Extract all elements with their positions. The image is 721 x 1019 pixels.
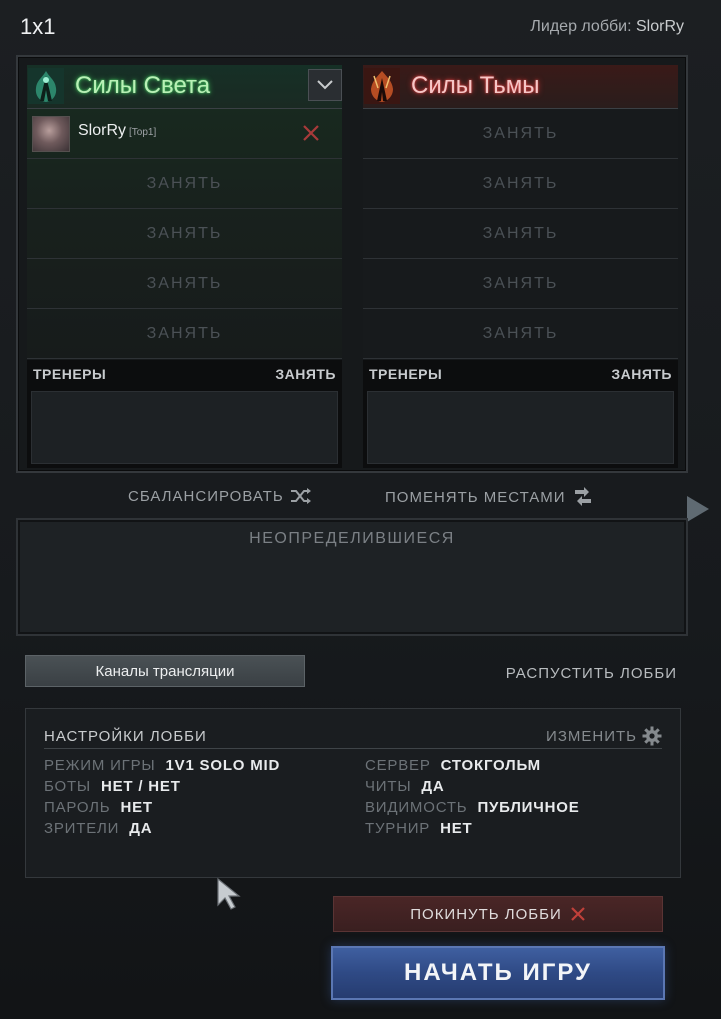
swap-teams-button[interactable]: ПОМЕНЯТЬ МЕСТАМИ [385,487,594,507]
settings-divider [44,748,662,749]
empty-slot[interactable]: ЗАНЯТЬ [27,209,342,259]
team-dire: Силы Тьмы ЗАНЯТЬ ЗАНЯТЬ ЗАНЯТЬ ЗАНЯТЬ ЗА… [363,65,678,468]
take-slot-label: ЗАНЯТЬ [482,124,559,142]
empty-slot[interactable]: ЗАНЯТЬ [363,309,678,359]
setting-tournament: ТУРНИР НЕТ [365,820,473,837]
coaches-slot [31,391,338,464]
player-name-text: SlorRy [78,122,127,139]
empty-slot[interactable]: ЗАНЯТЬ [27,259,342,309]
setting-value: ПУБЛИЧНОЕ [477,799,580,816]
team-radiant-slots: SlorRy [Top1] ЗАНЯТЬ ЗАНЯТЬ ЗАНЯТЬ ЗАНЯТЬ [27,109,342,359]
coaches-bar: ТРЕНЕРЫ ЗАНЯТЬ [363,360,678,388]
take-slot-label: ЗАНЯТЬ [482,324,559,342]
empty-slot[interactable]: ЗАНЯТЬ [27,309,342,359]
lobby-leader-prefix: Лидер лобби: [530,18,632,35]
setting-password: ПАРОЛЬ НЕТ [44,799,153,816]
unassigned-title: НЕОПРЕДЕЛИВШИЕСЯ [249,530,455,547]
dire-icon [364,68,400,104]
coaches-slot [367,391,674,464]
take-slot-label: ЗАНЯТЬ [146,324,223,342]
shuffle-icon [290,488,311,504]
balance-teams-button[interactable]: СБАЛАНСИРОВАТЬ [128,487,312,505]
setting-key: РЕЖИМ ИГРЫ [44,757,156,774]
setting-key: ВИДИМОСТЬ [365,799,468,816]
lobby-leader-name: SlorRy [635,18,684,35]
setting-bots: БОТЫ НЕТ / НЕТ [44,778,181,795]
coaches-bar: ТРЕНЕРЫ ЗАНЯТЬ [27,360,342,388]
setting-spectators: ЗРИТЕЛИ ДА [44,820,152,837]
coaches-area [27,388,342,468]
swap-icon [574,487,591,506]
player-name[interactable]: SlorRy [Top1] [78,122,156,140]
setting-value: ДА [129,820,153,837]
setting-value: 1V1 SOLO MID [165,757,281,774]
team-radiant: Силы Света SlorRy [Top1] ЗАНЯТЬ ЗАНЯТЬ ЗА… [27,65,342,468]
chevron-down-icon [317,80,333,90]
leave-lobby-button[interactable]: ПОКИНУТЬ ЛОББИ [333,896,663,932]
setting-key: СЕРВЕР [365,757,431,774]
coaches-title: ТРЕНЕРЫ [369,366,443,382]
setting-key: ЧИТЫ [365,778,412,795]
setting-value: СТОКГОЛЬМ [440,757,541,774]
team-radiant-name: Силы Света [75,72,211,99]
team-dire-name: Силы Тьмы [411,72,540,99]
radiant-icon [28,68,64,104]
setting-value: НЕТ [440,820,473,837]
teams-frame: Силы Света SlorRy [Top1] ЗАНЯТЬ ЗАНЯТЬ ЗА… [16,55,688,473]
take-slot-label: ЗАНЯТЬ [482,274,559,292]
gear-icon [642,726,662,746]
lobby-title: 1x1 [20,14,56,39]
take-slot-label: ЗАНЯТЬ [146,174,223,192]
setting-game-mode: РЕЖИМ ИГРЫ 1V1 SOLO MID [44,757,280,774]
swap-label: ПОМЕНЯТЬ МЕСТАМИ [385,488,566,506]
take-slot-label: ЗАНЯТЬ [146,274,223,292]
setting-key: ПАРОЛЬ [44,799,111,816]
setting-key: ЗРИТЕЛИ [44,820,120,837]
empty-slot[interactable]: ЗАНЯТЬ [363,209,678,259]
setting-value: НЕТ [120,799,153,816]
team-radiant-header: Силы Света [27,65,342,109]
empty-slot[interactable]: ЗАНЯТЬ [363,159,678,209]
start-game-button[interactable]: НАЧАТЬ ИГРУ [331,946,665,1000]
player-tag: [Top1] [129,127,157,138]
take-slot-label: ЗАНЯТЬ [482,224,559,242]
team-dire-slots: ЗАНЯТЬ ЗАНЯТЬ ЗАНЯТЬ ЗАНЯТЬ ЗАНЯТЬ [363,109,678,359]
leave-lobby-label: ПОКИНУТЬ ЛОББИ [410,905,562,923]
take-slot-label: ЗАНЯТЬ [146,224,223,242]
setting-server: СЕРВЕР СТОКГОЛЬМ [365,757,541,774]
setting-value: ДА [421,778,445,795]
avatar[interactable] [32,116,70,152]
player-slot: SlorRy [Top1] [27,109,342,159]
broadcast-channels-button[interactable]: Каналы трансляции [25,655,305,687]
coaches-title: ТРЕНЕРЫ [33,366,107,382]
take-slot-label: ЗАНЯТЬ [482,174,559,192]
play-arrow-icon[interactable] [687,496,709,522]
empty-slot[interactable]: ЗАНЯТЬ [363,259,678,309]
disband-lobby-button[interactable]: РАСПУСТИТЬ ЛОББИ [506,665,677,682]
team-options-dropdown[interactable] [308,69,342,101]
edit-settings-button[interactable]: ИЗМЕНИТЬ [546,726,662,746]
edit-settings-label: ИЗМЕНИТЬ [546,727,637,745]
empty-slot[interactable]: ЗАНЯТЬ [363,109,678,159]
setting-value: НЕТ / НЕТ [100,778,181,795]
coaches-take-button[interactable]: ЗАНЯТЬ [275,366,336,382]
setting-cheats: ЧИТЫ ДА [365,778,445,795]
unassigned-players-panel[interactable]: НЕОПРЕДЕЛИВШИЕСЯ [16,518,688,636]
coaches-take-button[interactable]: ЗАНЯТЬ [611,366,672,382]
close-icon[interactable] [300,122,322,144]
close-icon [570,907,585,921]
team-dire-header: Силы Тьмы [363,65,678,109]
mouse-cursor-icon [217,877,241,910]
setting-key: БОТЫ [44,778,91,795]
coaches-area [363,388,678,468]
lobby-settings-panel: НАСТРОЙКИ ЛОББИ ИЗМЕНИТЬ РЕЖИМ ИГРЫ 1V1 S… [25,708,681,878]
settings-title: НАСТРОЙКИ ЛОББИ [44,728,207,745]
balance-label: СБАЛАНСИРОВАТЬ [128,487,284,505]
lobby-leader: Лидер лобби: SlorRy [530,18,684,36]
setting-key: ТУРНИР [365,820,431,837]
empty-slot[interactable]: ЗАНЯТЬ [27,159,342,209]
setting-visibility: ВИДИМОСТЬ ПУБЛИЧНОЕ [365,799,580,816]
